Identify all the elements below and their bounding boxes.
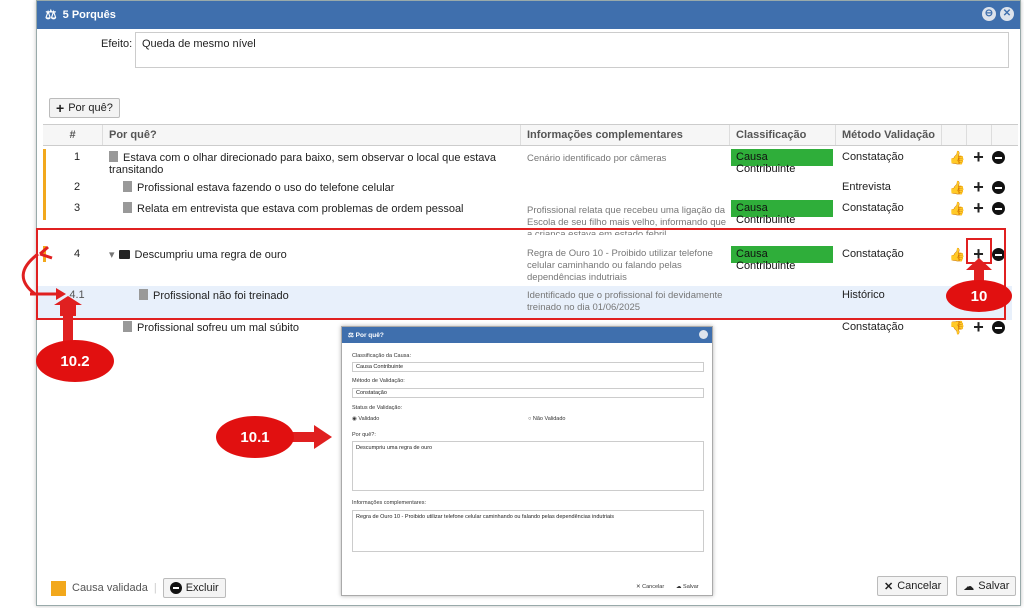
annotation-arrows — [21, 245, 992, 449]
curved-arrow — [21, 252, 39, 296]
annotation-10-1: 10.1 — [216, 416, 294, 458]
annotation-10-2: 10.2 — [36, 340, 114, 382]
annotation-10: 10 — [946, 280, 1012, 312]
